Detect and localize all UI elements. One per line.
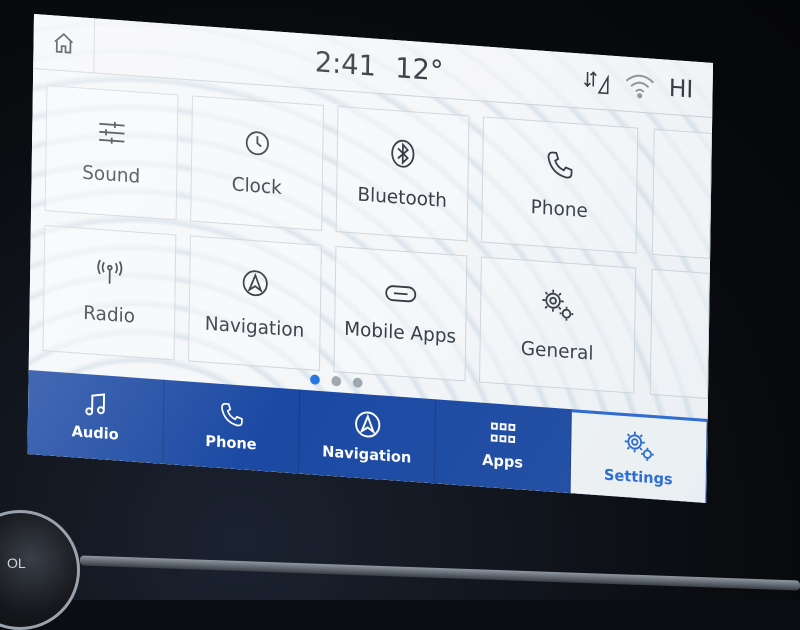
link-icon xyxy=(384,283,417,305)
nav-label: Settings xyxy=(603,465,673,489)
tile-bluetooth[interactable]: Bluetooth xyxy=(335,105,470,242)
home-button[interactable] xyxy=(33,14,96,73)
phone-icon xyxy=(545,149,575,181)
nav-audio[interactable]: Audio xyxy=(27,370,165,464)
clock-icon xyxy=(244,128,272,158)
tile-label: Radio xyxy=(83,301,136,328)
nav-navigation[interactable]: Navigation xyxy=(299,389,437,484)
knob-label: OL xyxy=(7,555,26,571)
bluetooth-icon xyxy=(389,138,417,170)
sliders-icon xyxy=(97,119,126,147)
tile-label: General xyxy=(520,337,594,365)
navigation-arrow-icon xyxy=(240,267,270,299)
tile-mobile-apps[interactable]: Mobile Apps xyxy=(333,245,468,382)
tile-clock[interactable]: Clock xyxy=(190,95,324,231)
user-profile-badge[interactable]: HI xyxy=(669,74,694,104)
nav-phone[interactable]: Phone xyxy=(163,379,301,474)
home-icon xyxy=(52,30,76,56)
apps-grid-icon xyxy=(489,421,517,447)
nav-settings[interactable]: Settings xyxy=(570,409,708,503)
nav-label: Navigation xyxy=(322,442,412,467)
tile-label: Bluetooth xyxy=(357,183,448,212)
gears-icon xyxy=(622,428,655,462)
settings-screen: 2:41 12° HI Sound Clock Bluetooth Phone … xyxy=(27,14,713,503)
tile-partial xyxy=(651,128,712,259)
tile-label: Clock xyxy=(231,173,282,200)
page-dot[interactable] xyxy=(352,377,363,389)
tile-sound[interactable]: Sound xyxy=(44,84,179,221)
phone-icon xyxy=(219,401,245,429)
tile-navigation[interactable]: Navigation xyxy=(188,235,322,371)
nav-apps[interactable]: Apps xyxy=(434,399,572,494)
nav-label: Audio xyxy=(71,422,119,444)
tile-label: Phone xyxy=(530,196,589,223)
status-time: 2:41 xyxy=(314,44,377,83)
nav-label: Phone xyxy=(205,431,257,454)
tile-radio[interactable]: Radio xyxy=(42,224,177,361)
page-dot[interactable] xyxy=(310,374,320,385)
navigation-arrow-icon xyxy=(352,408,382,440)
gears-icon xyxy=(540,287,575,324)
radio-antenna-icon xyxy=(95,259,124,287)
tile-general[interactable]: General xyxy=(479,256,637,394)
tile-partial xyxy=(649,268,710,399)
status-temperature: 12° xyxy=(395,50,444,88)
tile-label: Navigation xyxy=(204,312,305,342)
infotainment-screen: 2:41 12° HI Sound Clock Bluetooth Phone … xyxy=(27,14,713,503)
tile-phone[interactable]: Phone xyxy=(481,116,639,254)
settings-grid: Sound Clock Bluetooth Phone Radio Naviga… xyxy=(42,84,712,403)
nav-label: Apps xyxy=(482,450,524,472)
tile-label: Sound xyxy=(82,161,141,188)
data-transfer-icon xyxy=(581,68,611,98)
wifi-icon xyxy=(624,72,655,100)
tile-label: Mobile Apps xyxy=(344,317,457,348)
music-note-icon xyxy=(84,391,108,419)
page-dot[interactable] xyxy=(331,375,342,387)
